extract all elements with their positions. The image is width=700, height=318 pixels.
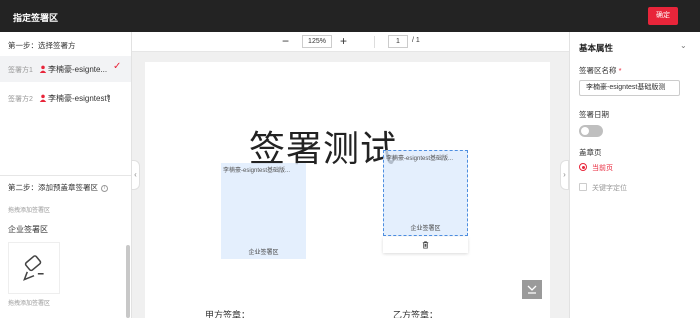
top-bar: 指定签署区 确定 — [0, 0, 700, 32]
area-signer-name: 李楠豪-esigntest基础版... — [386, 156, 454, 162]
current-page-radio[interactable] — [579, 163, 587, 171]
keyword-label: 关键字定位 — [592, 185, 627, 192]
chevron-down-icon[interactable]: ⌄ — [680, 41, 687, 50]
page-label: 盖章页 — [579, 148, 602, 157]
signer-item-1[interactable]: 签署方1 李楠豪-esignte... ✓ — [0, 56, 131, 82]
collapse-left-handle[interactable]: ‹ — [131, 160, 140, 190]
party-a-label: 甲方签章： — [205, 310, 251, 318]
area-name-input[interactable]: 李楠豪-esigntest基础版测 — [579, 80, 680, 96]
company-seal-card[interactable] — [8, 242, 60, 294]
step2-label: 第二步：添加预盖章签署区 — [8, 183, 98, 192]
download-icon — [527, 285, 537, 294]
signature-area-selected[interactable]: 李楠豪-esigntest基础版... 企业签署区 — [383, 150, 468, 236]
scrollbar[interactable] — [126, 245, 130, 318]
person-icon — [39, 94, 47, 102]
collapse-right-handle[interactable]: › — [560, 160, 569, 190]
area-label: 企业签署区 — [248, 250, 279, 256]
signer-label: 签署方1 — [8, 67, 33, 74]
area-signer-name: 李楠豪-esigntest基础版... — [223, 168, 291, 174]
toggle-knob — [581, 127, 589, 135]
signer-name: 李楠豪-esignte... — [48, 65, 108, 74]
drag-hint: 拖拽添加签署区 — [8, 301, 51, 307]
party-b-label: 乙方签章： — [393, 310, 439, 318]
step1-title: 第一步：选择签署方 — [8, 41, 76, 50]
page-title: 指定签署区 — [13, 13, 59, 23]
area-name-label: 签署区名称 * — [579, 65, 622, 76]
company-area-title: 企业签署区 — [8, 225, 48, 234]
document-page: 签署测试 李楠豪-esigntest基础版... 企业签署区 李楠豪-esign… — [145, 62, 550, 318]
drag-hint: 拖拽添加签署区 — [8, 208, 51, 214]
toolbar: − 125% + 1 / 1 — [132, 32, 569, 52]
zoom-out-button[interactable]: − — [282, 34, 289, 48]
zoom-level[interactable]: 125% — [302, 35, 332, 48]
date-toggle[interactable] — [579, 125, 603, 137]
page-input[interactable]: 1 — [388, 35, 408, 48]
person-icon — [39, 65, 47, 73]
page-total: / 1 — [412, 37, 420, 44]
zoom-in-button[interactable]: + — [340, 34, 347, 48]
signer-item-2[interactable]: 签署方2 李楠豪-esigntest智... — [0, 85, 131, 111]
required-marker: * — [618, 66, 622, 75]
left-panel: 第一步：选择签署方 签署方1 李楠豪-esignte... ✓ 签署方2 李楠豪… — [0, 32, 132, 318]
date-label: 签署日期 — [579, 110, 609, 119]
radio-dot — [581, 165, 585, 169]
signer-label: 签署方2 — [8, 96, 33, 103]
delete-bar — [383, 237, 468, 253]
step2-title: 第二步：添加预盖章签署区 i — [8, 182, 108, 193]
signer-name: 李楠豪-esigntest智... — [48, 94, 110, 103]
area-label: 企业签署区 — [410, 226, 441, 232]
trash-icon[interactable] — [421, 240, 430, 249]
scroll-bottom-button[interactable] — [522, 280, 542, 299]
right-panel: 基本属性 ⌄ 签署区名称 * 李楠豪-esigntest基础版测 签署日期 盖章… — [569, 32, 700, 318]
signature-area[interactable]: 李楠豪-esigntest基础版... 企业签署区 — [221, 163, 306, 259]
seal-icon — [23, 255, 44, 281]
info-icon[interactable]: i — [101, 184, 108, 192]
properties-title: 基本属性 — [579, 43, 614, 53]
current-page-label: 当前页 — [592, 165, 613, 172]
confirm-button[interactable]: 确定 — [648, 7, 678, 25]
area-name-label-text: 签署区名称 — [579, 66, 617, 75]
divider — [374, 36, 375, 48]
divider — [0, 175, 131, 176]
keyword-checkbox[interactable] — [579, 183, 587, 191]
check-icon: ✓ — [113, 61, 122, 72]
